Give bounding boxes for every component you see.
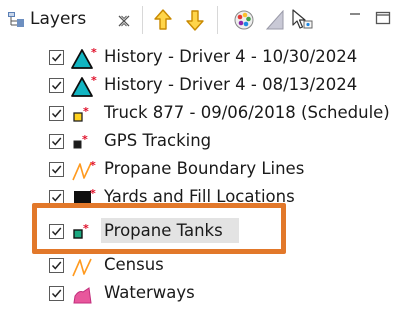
move-up-arrow-icon[interactable] <box>154 9 172 35</box>
svg-text:*: * <box>82 133 88 146</box>
line-layer-icon: * <box>71 159 101 187</box>
svg-text:*: * <box>91 75 97 87</box>
layer-visibility-checkbox[interactable] <box>49 258 64 273</box>
layer-visibility-checkbox[interactable] <box>49 106 64 121</box>
minimize-icon[interactable] <box>348 10 362 29</box>
layer-visibility-checkbox[interactable] <box>49 286 64 301</box>
edit-geometry-icon[interactable] <box>265 9 285 34</box>
layer-label: Propane Boundary Lines <box>104 159 305 178</box>
select-features-icon[interactable] <box>290 8 314 34</box>
layer-row[interactable]: Census <box>0 252 401 280</box>
layer-row[interactable]: * History - Driver 4 - 10/30/2024 <box>0 44 401 72</box>
svg-text:*: * <box>83 105 89 118</box>
tab-label: Layers <box>30 9 87 29</box>
layer-row[interactable]: Waterways <box>0 280 401 308</box>
history-triangle-icon: * <box>71 46 101 75</box>
tab-layers[interactable]: Layers <box>2 0 138 40</box>
style-palette-icon[interactable] <box>234 10 254 34</box>
close-tab-icon[interactable] <box>117 13 131 32</box>
layer-visibility-checkbox[interactable] <box>49 50 64 65</box>
layer-visibility-checkbox[interactable] <box>49 134 64 149</box>
layer-label: History - Driver 4 - 08/13/2024 <box>104 75 358 94</box>
panel-toolbar: Layers <box>0 0 401 40</box>
toolbar-separator <box>142 6 143 34</box>
truck-point-icon: * <box>71 103 101 131</box>
layer-label: GPS Tracking <box>104 131 212 150</box>
polygon-layer-icon <box>71 283 101 311</box>
layer-row[interactable]: * GPS Tracking <box>0 128 401 156</box>
move-down-arrow-icon[interactable] <box>186 9 204 35</box>
layer-label: Truck 877 - 09/06/2018 (Schedule) <box>104 103 390 122</box>
layer-visibility-checkbox[interactable] <box>49 78 64 93</box>
svg-text:*: * <box>91 47 97 59</box>
layer-visibility-checkbox[interactable] <box>49 162 64 177</box>
svg-text:*: * <box>90 159 96 172</box>
annotation-highlight-box <box>32 203 286 254</box>
layers-panel: Layers * History - Driver 4 - 10/30/2024… <box>0 0 401 323</box>
toolbar-separator <box>217 6 218 34</box>
layer-label: Census <box>104 255 164 274</box>
line-layer-icon <box>71 255 101 283</box>
layers-tree-icon <box>8 12 26 32</box>
layer-row[interactable]: * History - Driver 4 - 08/13/2024 <box>0 72 401 100</box>
layer-label: Waterways <box>104 283 195 302</box>
layer-label: History - Driver 4 - 10/30/2024 <box>104 47 358 66</box>
history-triangle-icon: * <box>71 74 101 103</box>
layer-row[interactable]: * Truck 877 - 09/06/2018 (Schedule) <box>0 100 401 128</box>
gps-point-icon: * <box>71 131 101 159</box>
maximize-icon[interactable] <box>375 10 391 29</box>
svg-text:*: * <box>90 187 96 200</box>
layer-row[interactable]: * Propane Boundary Lines <box>0 156 401 184</box>
